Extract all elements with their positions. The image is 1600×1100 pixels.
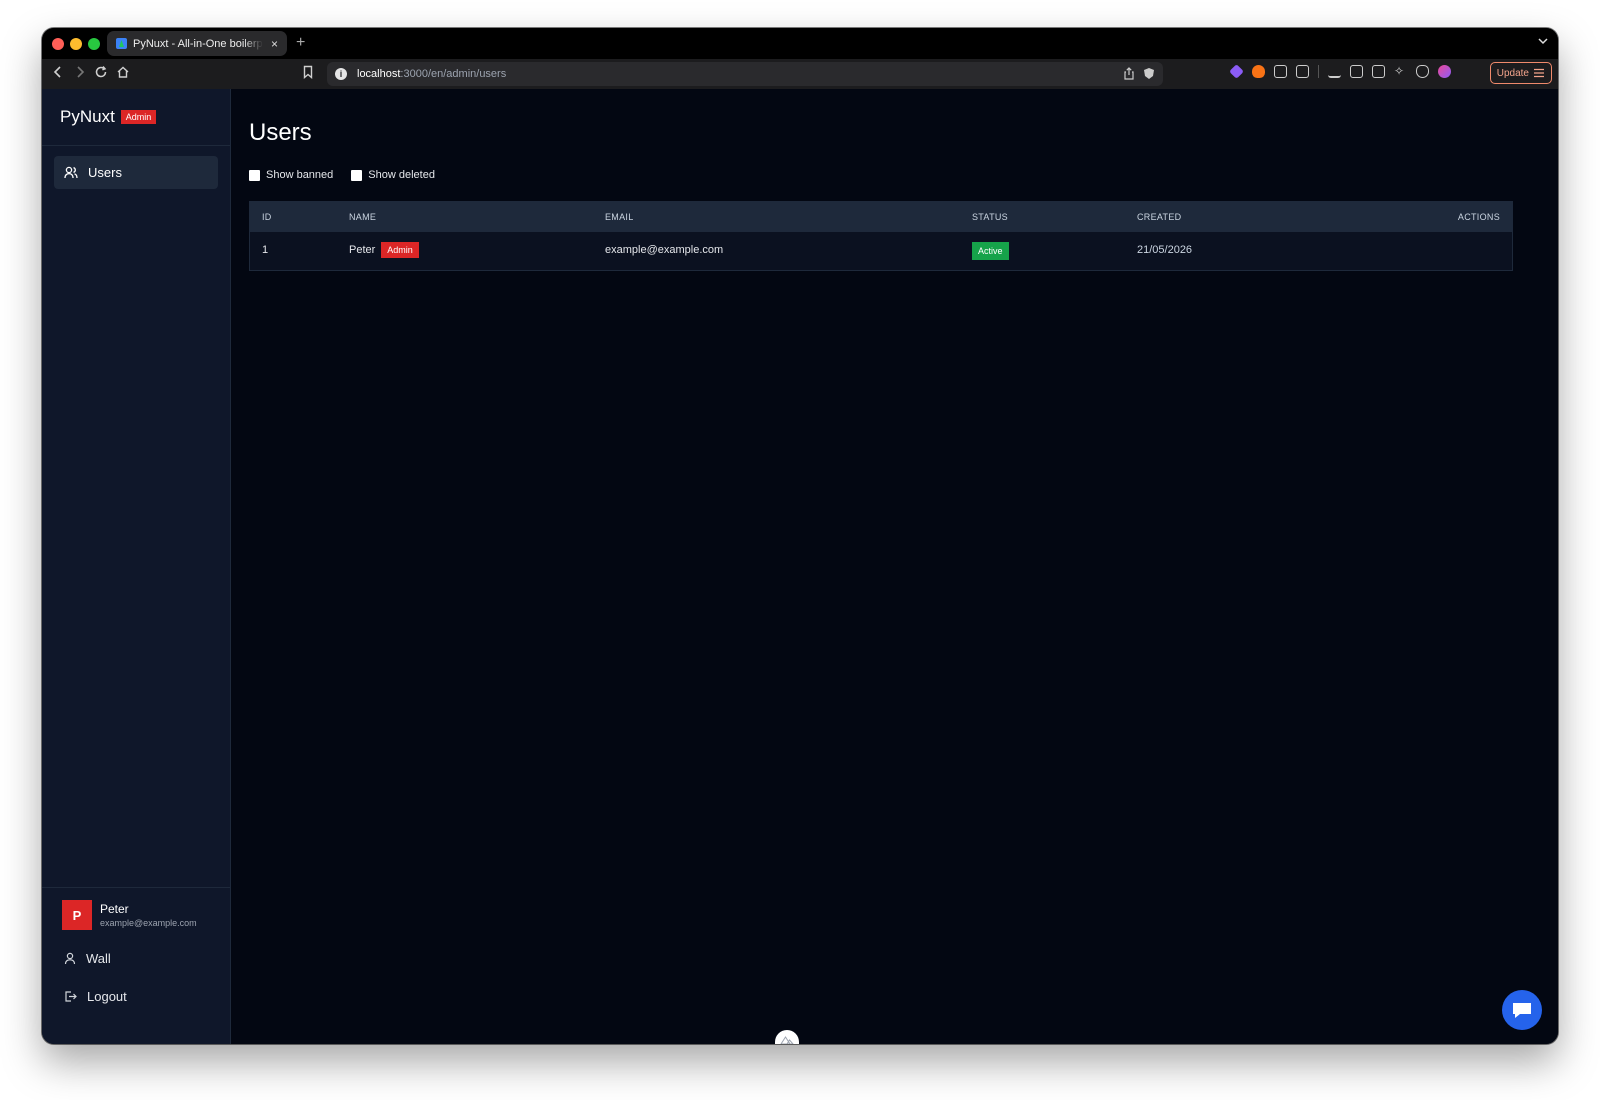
show-banned-checkbox[interactable] bbox=[249, 169, 260, 181]
role-badge: Admin bbox=[381, 242, 419, 258]
filter-label: Show banned bbox=[266, 169, 334, 181]
logout-icon bbox=[65, 990, 77, 1002]
brave-shield-icon[interactable] bbox=[1143, 67, 1155, 80]
profile-icon[interactable] bbox=[1438, 65, 1451, 78]
nuxt-devtools-button[interactable] bbox=[775, 1030, 799, 1044]
sidebar-item-wall[interactable]: Wall bbox=[54, 945, 218, 971]
column-header-actions: ACTIONS bbox=[1457, 212, 1500, 222]
bookmark-icon[interactable] bbox=[302, 65, 314, 83]
download-icon[interactable] bbox=[1328, 65, 1341, 78]
nuxt-icon bbox=[780, 1036, 794, 1044]
cell-email: example@example.com bbox=[605, 244, 724, 256]
filters: Show banned Show deleted bbox=[249, 169, 435, 181]
column-header-status[interactable]: STATUS bbox=[972, 212, 1008, 222]
tab-title: PyNuxt - All-in-One boilerplate bbox=[133, 37, 263, 50]
update-label: Update bbox=[1496, 67, 1529, 79]
sidebar-item-logout[interactable]: Logout bbox=[54, 983, 218, 1009]
toolbar-divider bbox=[1318, 65, 1319, 78]
share-icon[interactable] bbox=[1123, 67, 1135, 80]
users-icon bbox=[64, 166, 78, 179]
extension-box-icon[interactable] bbox=[1296, 65, 1309, 78]
close-tab-icon[interactable]: × bbox=[271, 37, 278, 51]
user-name: Peter bbox=[100, 902, 129, 916]
table-header: ID NAME EMAIL STATUS CREATED ACTIONS bbox=[250, 202, 1512, 232]
browser-tab-bar: PyNuxt - All-in-One boilerplate × + bbox=[42, 28, 1558, 59]
favicon-icon bbox=[116, 38, 127, 49]
home-icon[interactable] bbox=[116, 65, 130, 83]
cell-id: 1 bbox=[262, 244, 269, 256]
vpn-shield-icon[interactable] bbox=[1416, 65, 1429, 78]
show-deleted-checkbox[interactable] bbox=[351, 169, 363, 181]
chat-icon bbox=[1513, 1003, 1531, 1018]
address-bar[interactable]: i localhost:3000/en/admin/users bbox=[327, 62, 1163, 86]
close-window-button[interactable] bbox=[52, 38, 64, 50]
wallet-icon[interactable] bbox=[1372, 65, 1385, 78]
sidebar: PyNuxt Admin Users P Peter example@examp… bbox=[42, 89, 231, 1044]
sidebar-divider bbox=[42, 145, 230, 146]
extension-fox-icon[interactable] bbox=[1252, 65, 1265, 78]
users-table: ID NAME EMAIL STATUS CREATED ACTIONS 1 P… bbox=[249, 201, 1513, 271]
sidebar-toggle-icon[interactable] bbox=[1350, 65, 1363, 78]
back-icon[interactable] bbox=[52, 65, 64, 83]
sidebar-item-label: Users bbox=[88, 165, 122, 180]
browser-window: PyNuxt - All-in-One boilerplate × + i lo… bbox=[42, 28, 1558, 1044]
user-email: example@example.com bbox=[100, 918, 197, 928]
show-deleted-filter[interactable]: Show deleted bbox=[351, 169, 435, 181]
status-badge: Active bbox=[972, 242, 1009, 260]
user-name: Peter bbox=[349, 244, 376, 256]
show-banned-filter[interactable]: Show banned bbox=[249, 169, 333, 181]
main-content: Users Show banned Show deleted ID NAME E… bbox=[231, 89, 1558, 1044]
cell-created: 21/05/2026 bbox=[1137, 244, 1193, 256]
brand-name: PyNuxt bbox=[60, 107, 115, 126]
chevron-down-icon[interactable] bbox=[1538, 36, 1548, 48]
reload-icon[interactable] bbox=[94, 65, 108, 83]
update-button[interactable]: Update bbox=[1489, 62, 1552, 84]
sidebar-item-users[interactable]: Users bbox=[54, 156, 218, 189]
user-icon bbox=[64, 952, 76, 964]
sidebar-divider bbox=[42, 887, 230, 888]
url-path: :3000/en/admin/users bbox=[400, 68, 507, 80]
forward-icon[interactable] bbox=[74, 65, 86, 83]
page-title: Users bbox=[249, 119, 312, 146]
site-info-icon[interactable]: i bbox=[335, 68, 347, 80]
column-header-name[interactable]: NAME bbox=[349, 212, 376, 222]
admin-badge: Admin bbox=[120, 110, 157, 124]
leo-ai-icon[interactable]: ✧ bbox=[1394, 65, 1407, 78]
minimize-window-button[interactable] bbox=[70, 38, 82, 50]
url-host: localhost bbox=[357, 68, 401, 80]
extensions-bar: ✧ bbox=[1229, 64, 1451, 79]
extensions-icon[interactable] bbox=[1274, 65, 1287, 78]
new-tab-button[interactable]: + bbox=[296, 34, 305, 52]
table-row[interactable]: 1 Peter Admin example@example.com Active… bbox=[250, 232, 1512, 270]
brand[interactable]: PyNuxt Admin bbox=[60, 107, 157, 127]
browser-toolbar: i localhost:3000/en/admin/users ✧ Update bbox=[42, 59, 1558, 90]
browser-tab[interactable]: PyNuxt - All-in-One boilerplate × bbox=[107, 31, 287, 56]
menu-icon bbox=[1534, 68, 1544, 78]
address-bar-actions bbox=[1123, 67, 1155, 80]
current-user-card[interactable]: P Peter example@example.com bbox=[62, 900, 197, 930]
sidebar-item-label: Logout bbox=[87, 988, 127, 1004]
column-header-email[interactable]: EMAIL bbox=[605, 212, 634, 222]
avatar: P bbox=[62, 900, 92, 930]
user-info: Peter example@example.com bbox=[100, 902, 197, 928]
cell-name: Peter Admin bbox=[349, 242, 419, 258]
maximize-window-button[interactable] bbox=[88, 38, 100, 50]
filter-label: Show deleted bbox=[368, 169, 435, 181]
chat-button[interactable] bbox=[1502, 990, 1542, 1030]
column-header-created[interactable]: CREATED bbox=[1137, 212, 1181, 222]
sidebar-item-label: Wall bbox=[86, 950, 111, 966]
extension-diamond-icon[interactable] bbox=[1229, 64, 1244, 79]
column-header-id[interactable]: ID bbox=[262, 212, 272, 222]
